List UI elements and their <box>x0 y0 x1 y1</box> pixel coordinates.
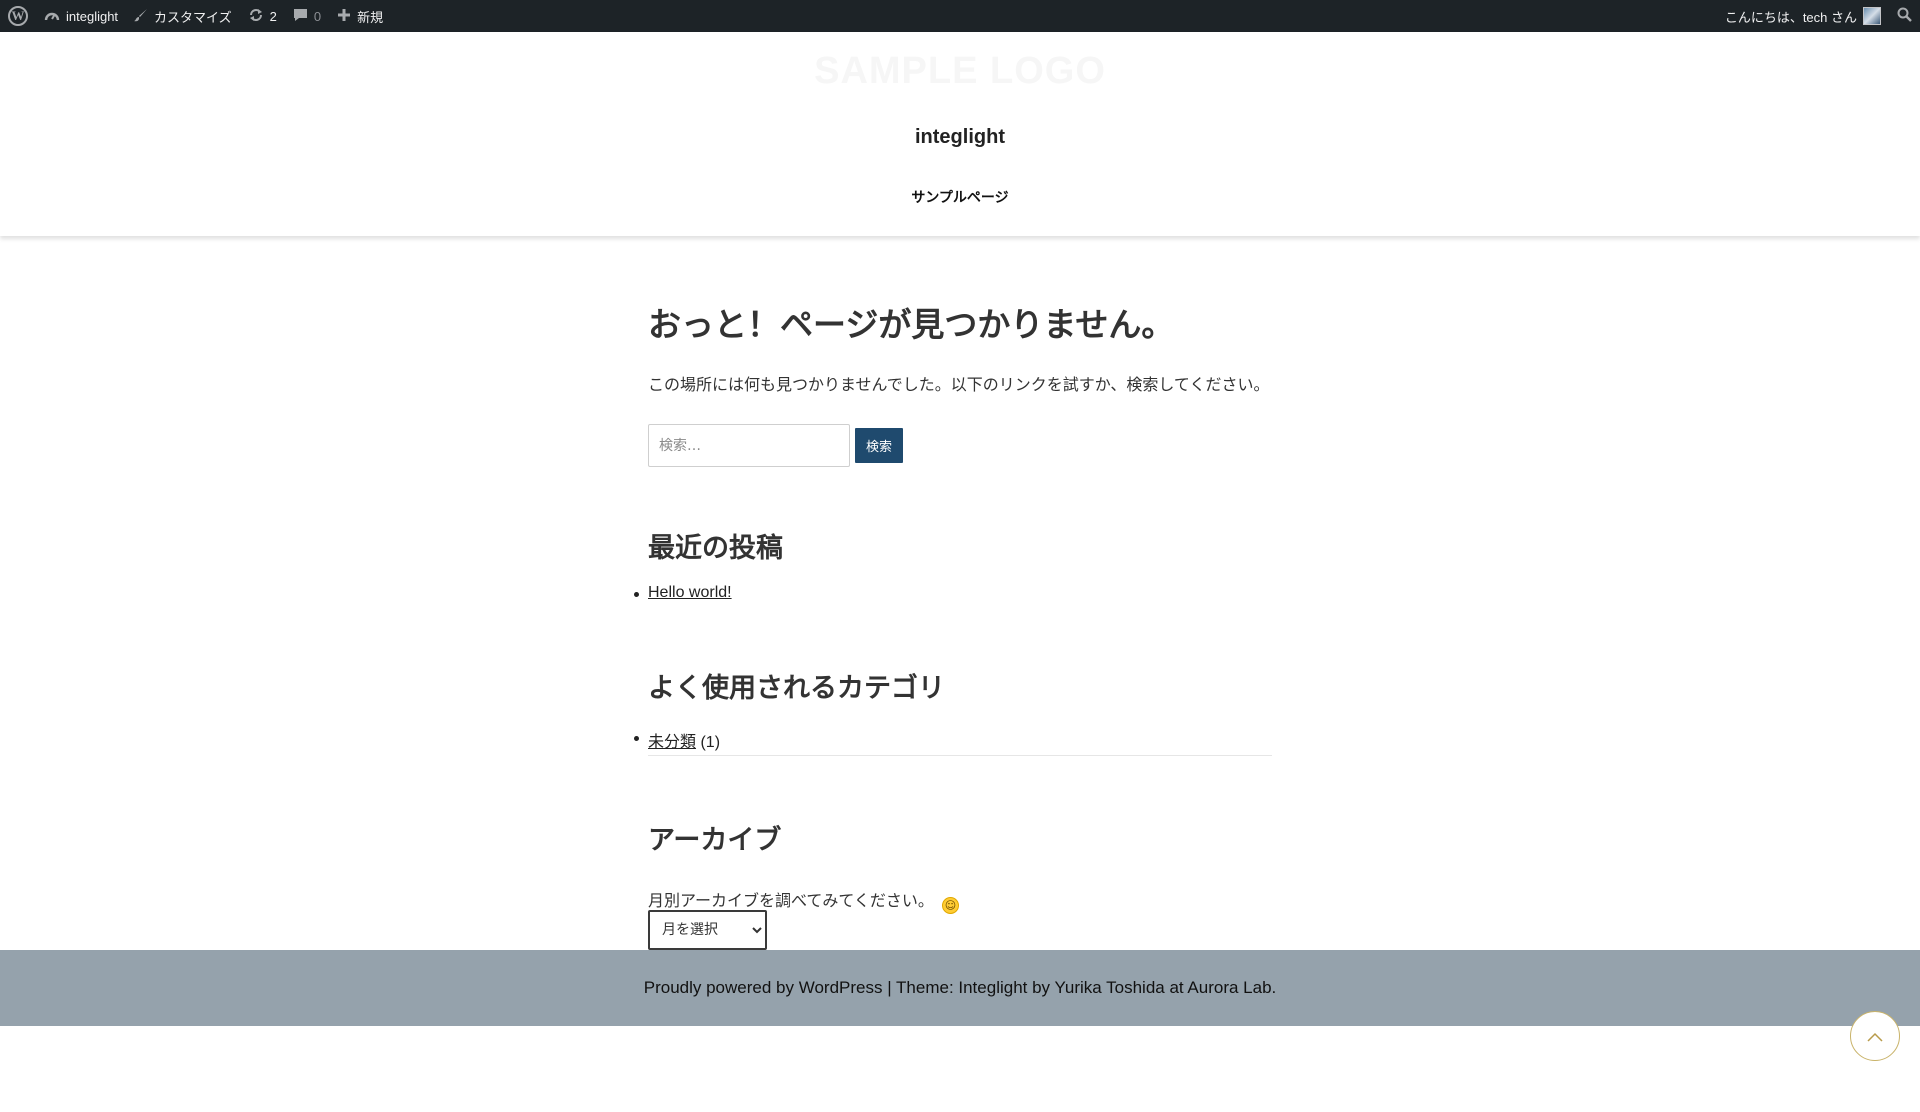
updates-icon <box>248 8 264 25</box>
categories-list: 未分類 (1) <box>633 728 721 752</box>
search-button[interactable]: 検索 <box>855 428 903 463</box>
list-item: Hello world! <box>634 584 732 602</box>
back-to-top-button[interactable] <box>1850 1011 1900 1061</box>
archives-text: 月別アーカイブを調べてみてください。 <box>648 891 934 910</box>
recent-posts-title: 最近の投稿 <box>648 533 783 564</box>
divider <box>648 755 1272 756</box>
wordpress-logo-icon: W <box>8 6 28 26</box>
search-input[interactable] <box>648 424 850 467</box>
page-title: おっと！ページが見つかりません。 <box>648 305 1175 344</box>
customize-label: カスタマイズ <box>154 9 232 25</box>
smiley-emoji: ☺ <box>941 897 959 914</box>
updates-count: 2 <box>269 8 277 24</box>
admin-bar-right: こんにちは、tech さん <box>1717 0 1920 32</box>
site-logo[interactable]: SAMPLE LOGO <box>0 50 1920 93</box>
site-header: SAMPLE LOGO integlight サンプルページ <box>0 32 1920 236</box>
avatar <box>1863 7 1881 25</box>
archives-title: アーカイブ <box>648 825 782 856</box>
admin-bar: W integlight カスタマイズ 2 0 新規 こんにちは、tech さん <box>0 0 1920 32</box>
paintbrush-icon <box>134 8 148 25</box>
site-name-menu[interactable]: integlight <box>36 0 126 32</box>
updates-menu[interactable]: 2 <box>240 0 285 32</box>
site-footer: Proudly powered by WordPress | Theme: In… <box>0 950 1920 1026</box>
recent-post-link[interactable]: Hello world! <box>648 584 732 601</box>
new-content-menu[interactable]: 新規 <box>329 0 391 32</box>
search-icon <box>1897 7 1912 25</box>
categories-title: よく使用されるカテゴリ <box>648 673 945 704</box>
plus-icon <box>337 8 351 25</box>
category-link[interactable]: 未分類 <box>648 734 696 751</box>
footer-credit: Proudly powered by WordPress | Theme: In… <box>643 978 1277 997</box>
site-title[interactable]: integlight <box>0 126 1920 149</box>
chevron-up-icon <box>1867 1026 1883 1047</box>
site-name-label: integlight <box>66 8 119 24</box>
my-account-menu[interactable]: こんにちは、tech さん <box>1717 0 1889 32</box>
archive-month-select[interactable]: 月を選択 <box>648 910 767 950</box>
comment-icon <box>293 8 308 25</box>
comments-menu[interactable]: 0 <box>285 0 329 32</box>
greeting-text: こんにちは、tech さん <box>1724 9 1857 25</box>
dashboard-icon <box>44 8 60 25</box>
customize-menu[interactable]: カスタマイズ <box>126 0 240 32</box>
recent-posts-list: Hello world! <box>634 584 732 602</box>
new-label: 新規 <box>357 9 384 25</box>
admin-search[interactable] <box>1889 0 1920 32</box>
not-found-message: この場所には何も見つかりませんでした。以下のリンクを試すか、検索してください。 <box>648 375 1270 394</box>
category-count: (1) <box>700 734 721 751</box>
nav-item-sample-page[interactable]: サンプルページ <box>0 187 1920 207</box>
wordpress-menu[interactable]: W <box>0 0 36 32</box>
list-item: 未分類 (1) <box>633 728 721 752</box>
admin-bar-left: W integlight カスタマイズ 2 0 新規 <box>0 0 391 32</box>
comments-count: 0 <box>313 8 322 24</box>
